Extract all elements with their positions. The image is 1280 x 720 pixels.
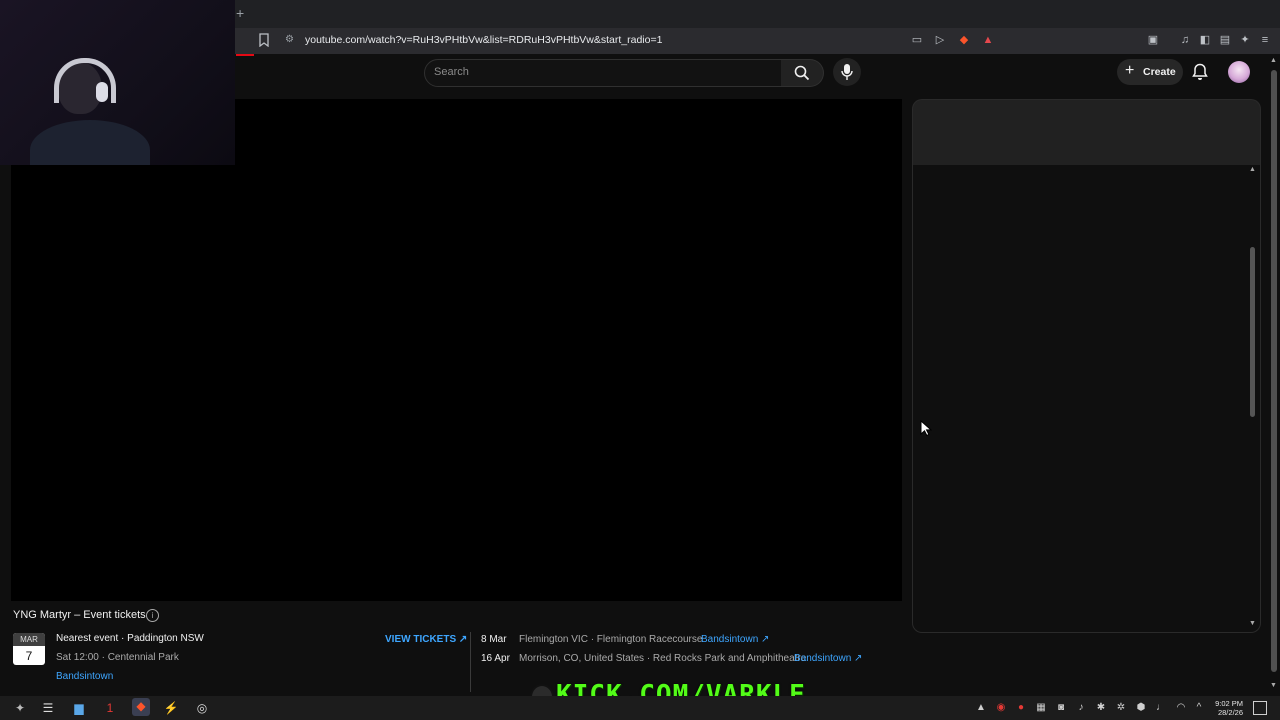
webcam-overlay xyxy=(0,0,235,165)
obs-app-icon[interactable]: ◎ xyxy=(194,700,210,716)
panel-scroll-down-icon[interactable]: ▼ xyxy=(1249,620,1256,627)
playlist-header xyxy=(912,99,1261,166)
new-tab-button[interactable]: + xyxy=(236,5,250,21)
taskbar-clock[interactable]: 9:02 PM 28/2/26 xyxy=(1211,699,1243,717)
headphones-cup xyxy=(96,82,108,102)
tray-mic-icon[interactable]: ♩ xyxy=(1155,702,1167,714)
microphone-icon xyxy=(841,64,853,80)
taskbar xyxy=(0,696,1280,720)
tray-wifi-icon[interactable]: ◠ xyxy=(1175,702,1187,714)
voice-search-button[interactable] xyxy=(833,58,861,86)
youtube-progress-line xyxy=(236,54,254,56)
tray-bluetooth-icon[interactable]: ✱ xyxy=(1095,702,1107,714)
address-bar[interactable]: youtube.com/watch?v=RuH3vPHtbVw&list=RDR… xyxy=(305,34,662,46)
playlist-panel[interactable] xyxy=(912,165,1261,633)
share-icon[interactable]: ▷ xyxy=(933,33,947,47)
account-avatar[interactable] xyxy=(1228,61,1250,83)
search-input[interactable] xyxy=(424,59,782,87)
streamer-body xyxy=(30,120,150,165)
view-tickets-link[interactable]: VIEW TICKETS ↗ xyxy=(385,634,467,645)
page-scroll-up-icon[interactable]: ▲ xyxy=(1270,57,1277,64)
event-month: MAR xyxy=(13,633,45,646)
site-settings-icon[interactable]: ⚙ xyxy=(285,34,297,46)
bolt-app-icon[interactable]: ⚡ xyxy=(163,700,179,716)
sidebar-toggle-icon[interactable]: ▣ xyxy=(1146,33,1160,47)
page-scroll-down-icon[interactable]: ▼ xyxy=(1270,682,1277,689)
clock-time: 9:02 PM xyxy=(1215,699,1243,708)
tray-settings-icon[interactable]: ✲ xyxy=(1115,702,1127,714)
brave-shields-icon[interactable]: ◆ xyxy=(957,33,971,47)
tray-volume-icon[interactable]: ♪ xyxy=(1075,702,1087,714)
tray-app-icon[interactable]: ◉ xyxy=(995,702,1007,714)
info-icon[interactable]: i xyxy=(146,609,159,622)
event-venue: Morrison, CO, United States · Red Rocks … xyxy=(519,653,807,664)
event-date: 16 Apr xyxy=(481,653,510,664)
cast-icon[interactable]: ▭ xyxy=(910,33,924,47)
create-label: Create xyxy=(1143,66,1176,78)
bookmark-icon[interactable] xyxy=(258,33,270,47)
event-source-link[interactable]: Bandsintown ↗ xyxy=(701,634,769,645)
brave-rewards-icon[interactable]: ▲ xyxy=(981,33,995,47)
opera-app-icon[interactable]: 1 xyxy=(102,700,118,716)
file-explorer-icon[interactable]: ▆ xyxy=(71,700,87,716)
event-date-badge: MAR 7 xyxy=(13,633,45,665)
panel-scrollbar-thumb[interactable] xyxy=(1250,247,1255,417)
brave-app-icon[interactable]: ◆ xyxy=(132,698,150,716)
plus-icon: + xyxy=(1125,62,1135,79)
tickets-divider xyxy=(470,632,471,692)
tray-overflow-icon[interactable]: ^ xyxy=(1193,702,1205,714)
nearest-event-source-link[interactable]: Bandsintown xyxy=(56,671,113,682)
side-panel-icon[interactable]: ◧ xyxy=(1198,33,1212,47)
event-date: 8 Mar xyxy=(481,634,507,645)
media-icon[interactable]: ♫ xyxy=(1178,33,1192,47)
event-day: 7 xyxy=(25,649,33,663)
leo-ai-icon[interactable]: ✦ xyxy=(1238,33,1252,47)
video-player-top xyxy=(236,99,902,165)
page-scrollbar-thumb[interactable] xyxy=(1271,70,1277,672)
nearest-event-location: Nearest event · Paddington NSW xyxy=(56,633,204,644)
menu-icon[interactable]: ≡ xyxy=(1258,33,1272,47)
notifications-bell-icon[interactable] xyxy=(1192,63,1208,81)
search-icon xyxy=(794,65,810,81)
nearest-event-time: Sat 12:00 · Centennial Park xyxy=(56,652,179,663)
event-venue: Flemington VIC · Flemington Racecourse xyxy=(519,634,703,645)
tray-bell-icon[interactable]: ▲ xyxy=(975,702,987,714)
clock-date: 28/2/26 xyxy=(1217,708,1243,717)
panel-scroll-up-icon[interactable]: ▲ xyxy=(1249,166,1256,173)
event-source-link[interactable]: Bandsintown ↗ xyxy=(794,653,862,664)
video-player[interactable] xyxy=(11,99,902,601)
tray-shield-icon[interactable]: ⬢ xyxy=(1135,702,1147,714)
show-desktop-button[interactable] xyxy=(1253,701,1267,715)
tray-stop-icon[interactable]: ◙ xyxy=(1055,702,1067,714)
search-placeholder: Search xyxy=(434,66,469,78)
search-button[interactable] xyxy=(781,59,824,87)
start-icon[interactable]: ✦ xyxy=(12,700,28,716)
tray-clipboard-icon[interactable]: ▦ xyxy=(1035,702,1047,714)
mouse-cursor-icon xyxy=(920,420,932,436)
wallet-icon[interactable]: ▤ xyxy=(1218,33,1232,47)
event-tickets-title: YNG Martyr – Event tickets xyxy=(13,609,146,621)
task-view-icon[interactable]: ☰ xyxy=(40,700,56,716)
tray-record-icon[interactable]: ● xyxy=(1015,702,1027,714)
